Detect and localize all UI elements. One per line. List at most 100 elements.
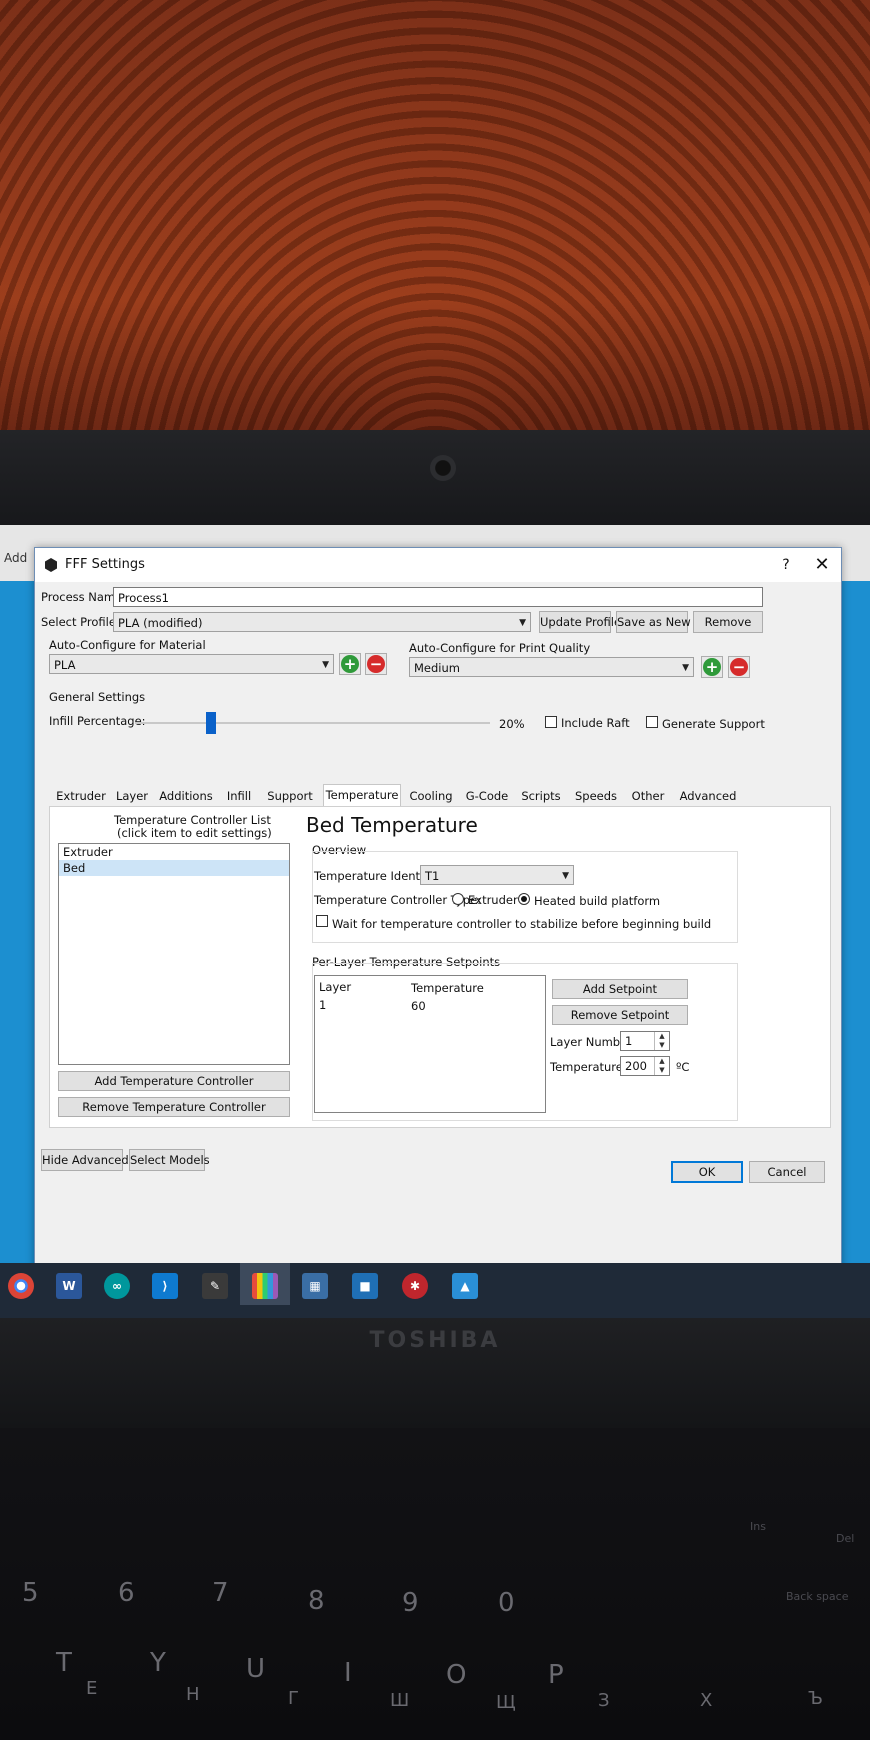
controller-heading: Bed Temperature [306,813,478,837]
key-7: 7 [212,1578,229,1608]
setpoints-column-layer: Layer [319,980,352,994]
remove-profile-button[interactable]: Remove [693,611,763,633]
key-cyr-kh: Х [700,1690,713,1711]
generate-support-checkbox[interactable] [646,716,658,728]
list-item[interactable]: Extruder [59,844,289,860]
material-value: PLA [54,658,76,672]
ok-button[interactable]: OK [671,1161,743,1183]
setpoints-column-temperature: Temperature [411,981,484,995]
simplify3d-icon[interactable] [252,1273,278,1299]
key-cyr-sh: Ш [390,1690,410,1711]
infill-label: Infill Percentage: [49,714,146,728]
select-profile-combo[interactable]: PLA (modified) ▼ [113,612,531,632]
tab-extruder[interactable]: Extruder [55,786,107,806]
remove-temperature-controller-button[interactable]: Remove Temperature Controller [58,1097,290,1117]
quality-value: Medium [414,661,460,675]
key-i: I [344,1658,352,1688]
remove-material-button[interactable]: − [365,653,387,675]
tab-support[interactable]: Support [263,786,317,806]
tab-speeds[interactable]: Speeds [571,786,621,806]
spin-arrows-icon[interactable]: ▲ ▼ [654,1057,669,1075]
material-combo[interactable]: PLA ▼ [49,654,334,674]
wait-stabilize-checkbox[interactable] [316,915,328,927]
tab-infill[interactable]: Infill [221,786,257,806]
photos-icon[interactable]: ▲ [452,1273,478,1299]
hide-advanced-button[interactable]: Hide Advanced [41,1149,129,1171]
remove-quality-button[interactable]: − [728,656,750,678]
background-app-label: Add [4,551,28,565]
add-setpoint-button[interactable]: Add Setpoint [552,979,688,999]
list-item[interactable]: Bed [59,860,289,876]
inkscape-icon[interactable]: ✎ [202,1273,228,1299]
layer-number-spinbox[interactable]: 1 ▲ ▼ [620,1031,670,1051]
auto-quality-label: Auto-Configure for Print Quality [409,641,591,655]
select-profile-label: Select Profile: [41,615,120,629]
add-temperature-controller-button[interactable]: Add Temperature Controller [58,1071,290,1091]
chevron-down-icon: ▼ [562,871,569,881]
update-profile-button[interactable]: Update Profile [539,611,621,633]
infill-value: 20% [499,717,525,731]
webcam [430,455,456,481]
setpoint-temperature-spinbox[interactable]: 200 ▲ ▼ [620,1056,670,1076]
quality-combo[interactable]: Medium ▼ [409,657,694,677]
controller-list[interactable]: Extruder Bed [58,843,290,1065]
controller-list-subtitle: (click item to edit settings) [117,826,272,840]
temperature-tab-panel: Temperature Controller List (click item … [49,806,831,1128]
setpoint-layer: 1 [319,998,327,1012]
arduino-icon[interactable]: ∞ [104,1273,130,1299]
brand-logo: TOSHIBA [369,1328,501,1353]
controller-list-title: Temperature Controller List [114,813,271,827]
key-5: 5 [22,1578,39,1608]
screen: Add FFF Settings ? ✕ Process Name: Proce… [0,525,870,1318]
key-cyr-e: Е [86,1678,98,1699]
identifier-combo[interactable]: T1 ▼ [420,865,574,885]
word-icon[interactable]: W [56,1273,82,1299]
auto-material-label: Auto-Configure for Material [49,638,206,652]
vscode-icon[interactable]: ⟩ [152,1273,178,1299]
chevron-down-icon: ▼ [682,663,689,673]
infill-slider-track[interactable] [135,722,490,724]
key-del: Del [836,1532,855,1545]
process-name-input[interactable]: Process1 [113,587,763,607]
chrome-icon[interactable] [8,1273,34,1299]
infill-slider-thumb[interactable] [206,712,216,734]
help-button[interactable]: ? [771,554,801,576]
type-extruder-label: Extruder [468,893,518,907]
key-cyr-n: Н [186,1684,200,1705]
tab-g-code[interactable]: G-Code [461,786,513,806]
key-y: Y [150,1648,166,1678]
key-u: U [246,1654,266,1684]
calculator-icon[interactable]: ▦ [302,1273,328,1299]
key-8: 8 [308,1586,325,1616]
select-profile-value: PLA (modified) [118,616,203,630]
include-raft-checkbox[interactable] [545,716,557,728]
key-0: 0 [498,1588,515,1618]
add-quality-button[interactable]: + [701,656,723,678]
tab-cooling[interactable]: Cooling [405,786,457,806]
cancel-button[interactable]: Cancel [749,1161,825,1183]
dialog-title: FFF Settings [65,557,145,572]
plus-icon: + [341,655,359,673]
temperature-unit: ºC [676,1060,690,1074]
save-as-new-button[interactable]: Save as New [616,611,691,633]
remove-setpoint-button[interactable]: Remove Setpoint [552,1005,688,1025]
setpoints-table[interactable]: Layer Temperature 1 60 [314,975,546,1113]
tab-layer[interactable]: Layer [113,786,151,806]
type-extruder-radio[interactable] [452,893,464,905]
minus-icon: − [367,655,385,673]
select-models-button[interactable]: Select Models [129,1149,210,1171]
type-heated-bed-radio[interactable] [518,893,530,905]
tab-other[interactable]: Other [627,786,669,806]
key-backspace: Back space [786,1590,849,1603]
app-icon[interactable]: ■ [352,1273,378,1299]
key-cyr-z: З [598,1690,610,1711]
fff-settings-dialog: FFF Settings ? ✕ Process Name: Process1 … [34,547,842,1291]
tab-advanced[interactable]: Advanced [673,786,743,806]
spin-arrows-icon[interactable]: ▲ ▼ [654,1032,669,1050]
add-material-button[interactable]: + [339,653,361,675]
tab-scripts[interactable]: Scripts [517,786,565,806]
antivirus-icon[interactable]: ✱ [402,1273,428,1299]
layer-number-value: 1 [625,1034,633,1048]
close-button[interactable]: ✕ [807,552,837,578]
tab-additions[interactable]: Additions [155,786,217,806]
